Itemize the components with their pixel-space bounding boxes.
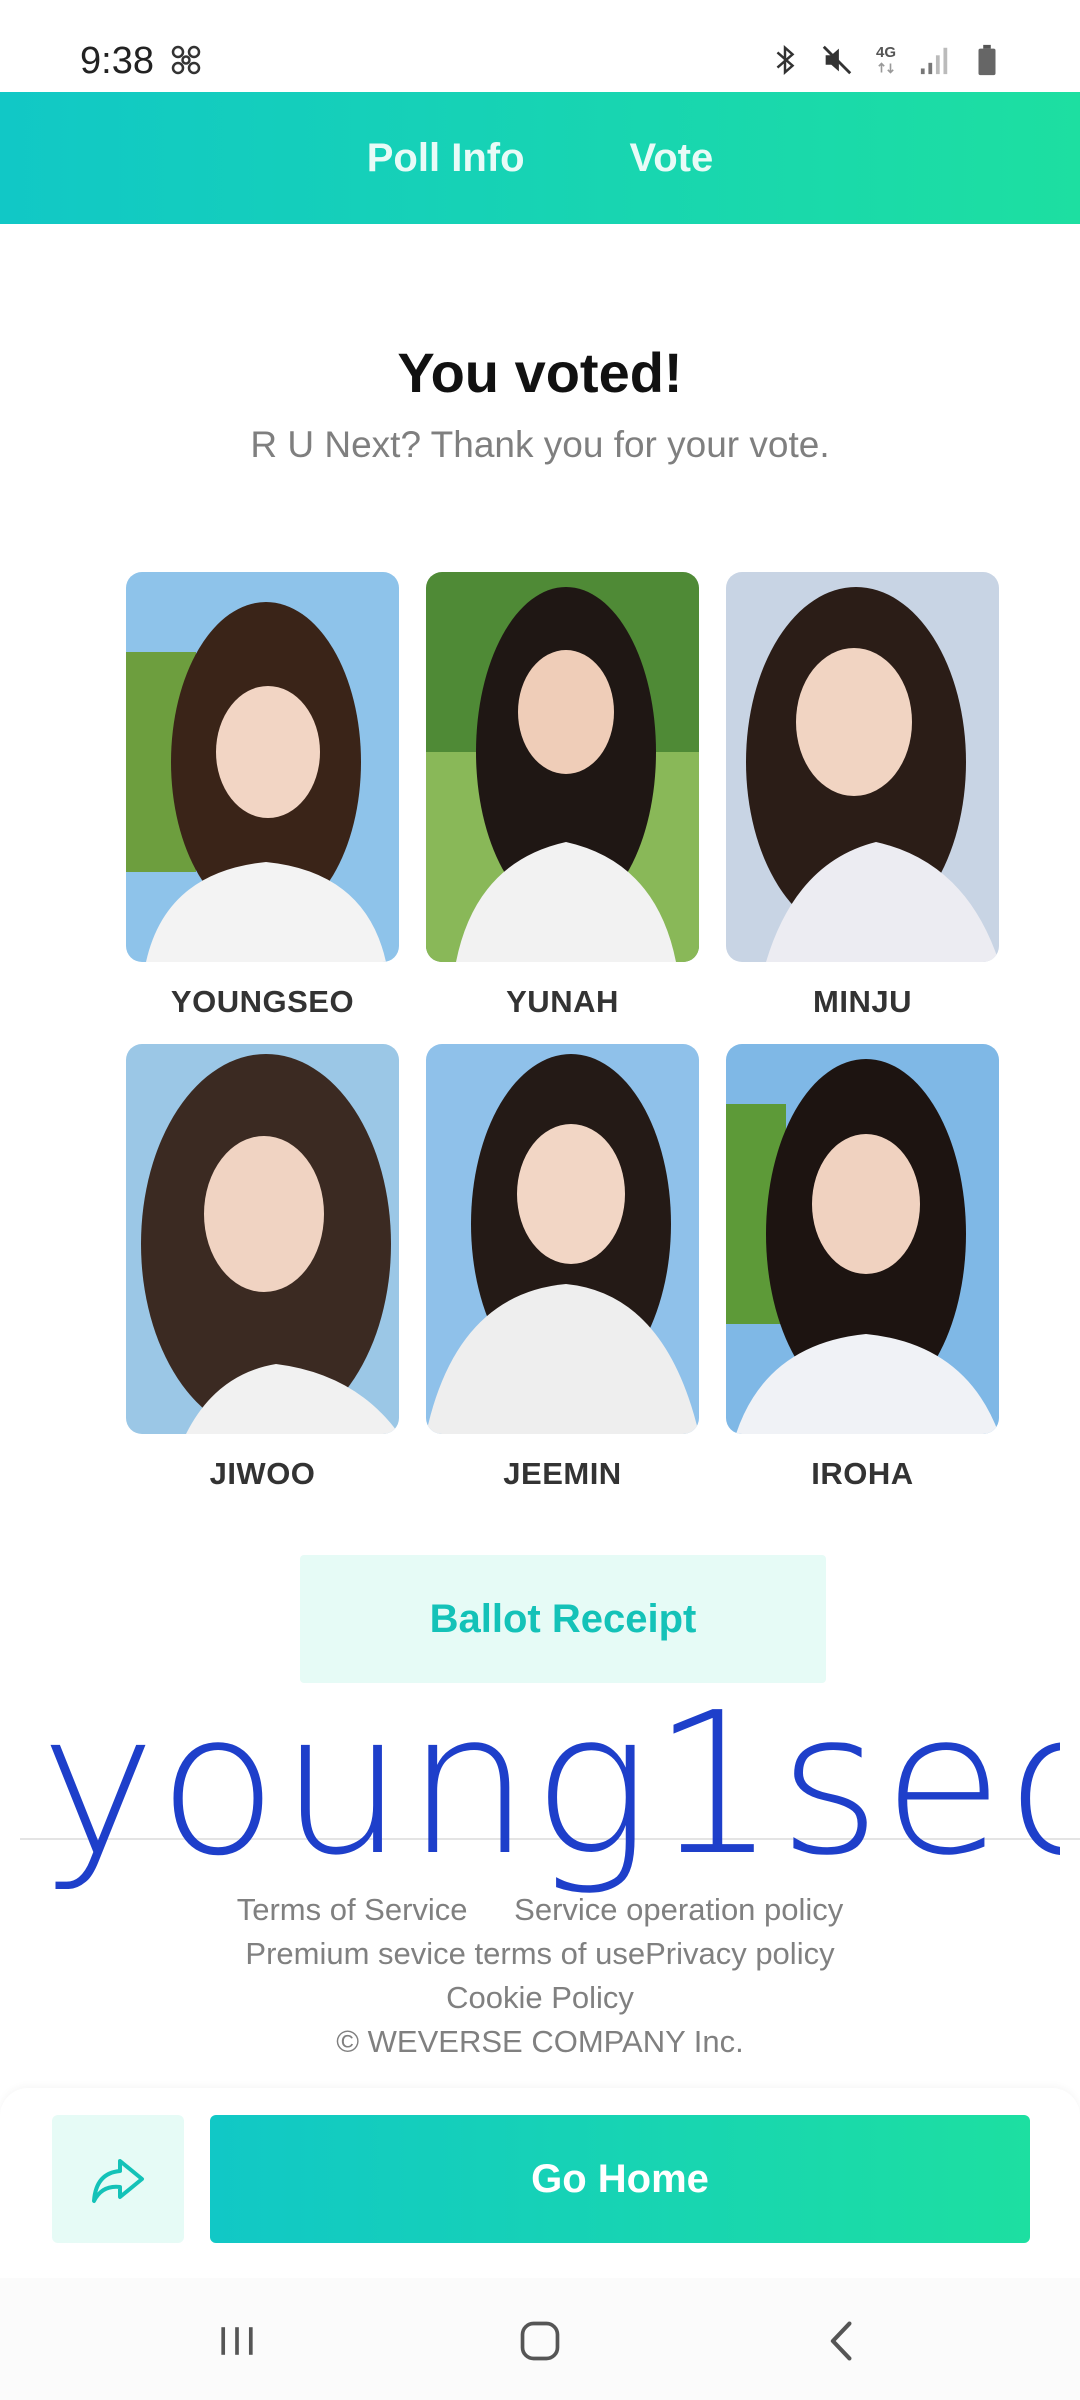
candidate-photo: [726, 572, 999, 962]
candidate-name: MINJU: [813, 984, 912, 1019]
tab-poll-info[interactable]: Poll Info: [367, 136, 525, 181]
recent-apps-icon[interactable]: [202, 2306, 272, 2376]
candidate-card: JEEMIN: [426, 1044, 699, 1516]
footer: Terms of Service Service operation polic…: [0, 1888, 1080, 2064]
premium-terms-link[interactable]: Premium sevice terms of use: [245, 1932, 645, 1976]
home-icon[interactable]: [505, 2306, 575, 2376]
candidate-photo: [126, 572, 399, 962]
copyright: © WEVERSE COMPANY Inc.: [336, 2024, 744, 2059]
tab-vote[interactable]: Vote: [630, 136, 714, 181]
candidate-card: YUNAH: [426, 572, 699, 1044]
share-icon: [92, 2159, 144, 2203]
go-home-button[interactable]: Go Home: [210, 2115, 1030, 2243]
candidate-name: YUNAH: [506, 984, 619, 1019]
4g-icon: 4G: [872, 41, 900, 79]
candidate-card: IROHA: [726, 1044, 999, 1516]
candidate-name: JEEMIN: [503, 1456, 622, 1491]
status-time: 9:38: [80, 40, 154, 82]
bluetooth-icon: [768, 41, 802, 79]
watermark-text: young1seo: [40, 1671, 1060, 1899]
system-nav-bar: [0, 2278, 1080, 2400]
mute-icon: [820, 41, 854, 79]
fan-icon: [168, 42, 204, 78]
signal-icon: [918, 41, 952, 79]
candidate-grid: YOUNGSEO YUNAH MINJU JIWOO JEEMIN IROHA: [126, 572, 1000, 1516]
back-icon[interactable]: [808, 2306, 878, 2376]
candidate-card: YOUNGSEO: [126, 572, 399, 1044]
candidate-photo: [726, 1044, 999, 1434]
candidate-name: JIWOO: [209, 1456, 316, 1491]
candidate-card: JIWOO: [126, 1044, 399, 1516]
candidate-photo: [426, 572, 699, 962]
operation-policy-link[interactable]: Service operation policy: [514, 1888, 843, 1932]
candidate-photo: [426, 1044, 699, 1434]
privacy-link[interactable]: Privacy policy: [645, 1932, 835, 1976]
terms-link[interactable]: Terms of Service: [237, 1888, 468, 1932]
candidate-name: IROHA: [811, 1456, 914, 1491]
status-icons: 4G: [768, 38, 1004, 82]
share-button[interactable]: [52, 2115, 184, 2243]
network-label: 4G: [875, 44, 896, 61]
page: 9:38 4G Poll Info Vote You voted! R U Ne…: [0, 0, 1080, 2400]
candidate-card: MINJU: [726, 572, 999, 1044]
battery-icon: [970, 41, 1004, 79]
candidate-photo: [126, 1044, 399, 1434]
cookie-link[interactable]: Cookie Policy: [446, 1976, 634, 2020]
page-subtitle: R U Next? Thank you for your vote.: [250, 424, 830, 465]
status-bar: 9:38 4G: [0, 0, 1080, 92]
page-title: You voted!: [397, 341, 683, 404]
candidate-name: YOUNGSEO: [170, 984, 355, 1019]
tabs-bar: Poll Info Vote: [0, 92, 1080, 224]
